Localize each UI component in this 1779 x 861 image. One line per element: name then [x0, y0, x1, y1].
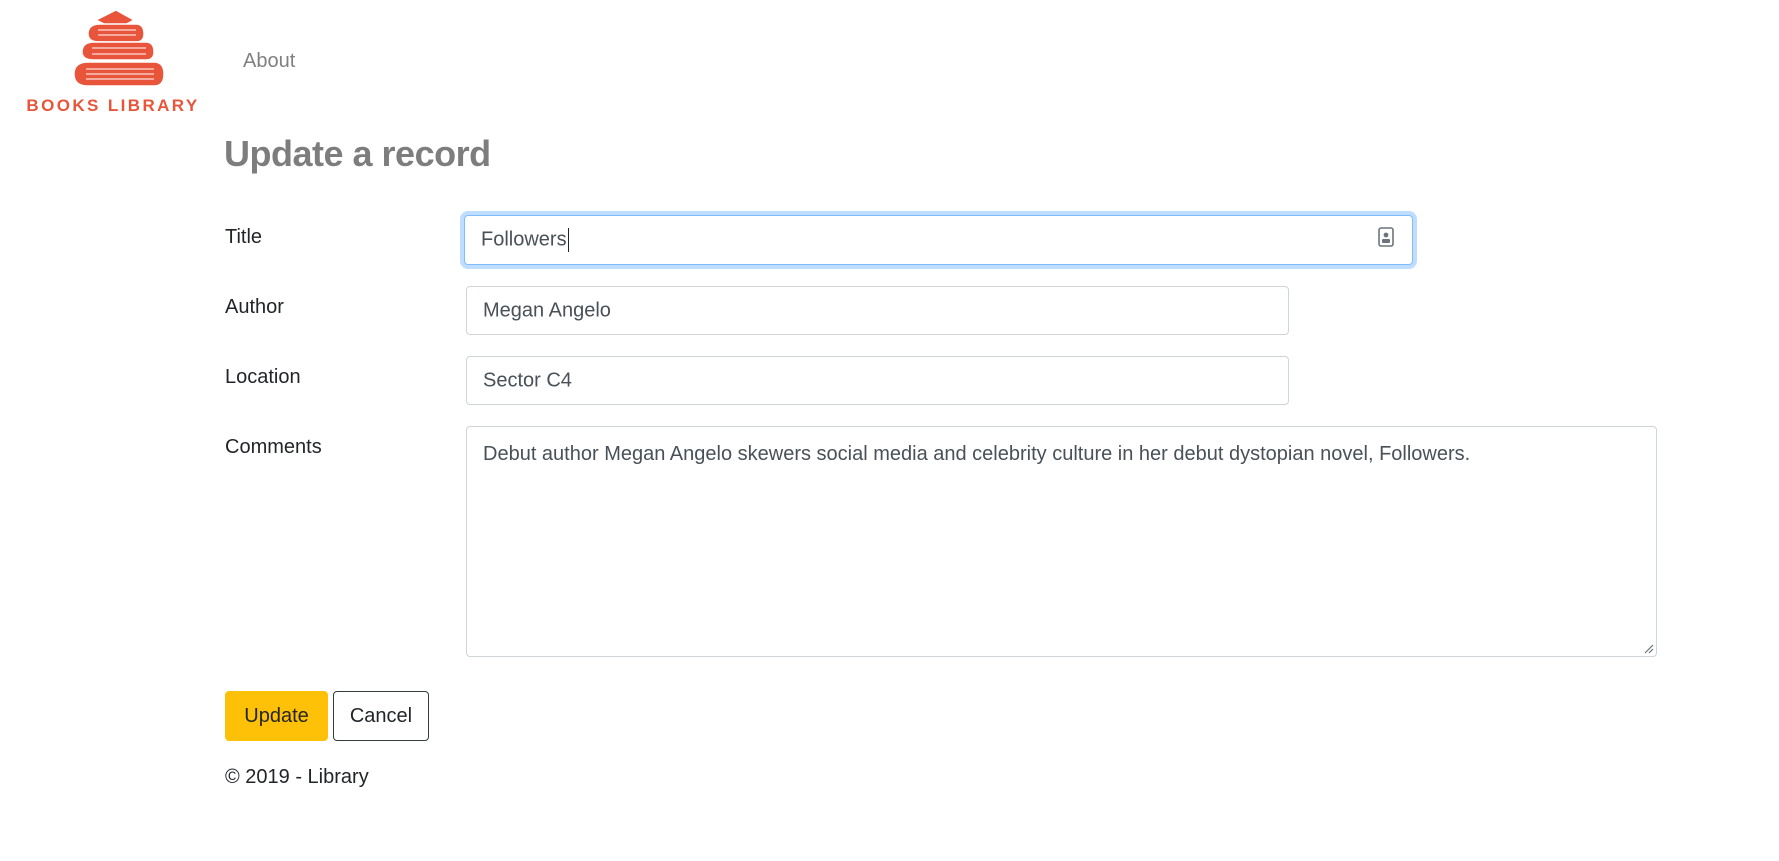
- location-input[interactable]: Sector C4: [466, 356, 1289, 405]
- comments-label: Comments: [225, 436, 322, 458]
- location-label: Location: [225, 366, 301, 388]
- brand-logo[interactable]: BOOKS LIBRARY: [22, 8, 204, 120]
- update-button[interactable]: Update: [225, 691, 328, 741]
- brand-name: BOOKS LIBRARY: [26, 96, 200, 115]
- author-input[interactable]: Megan Angelo: [466, 286, 1289, 335]
- author-value: Megan Angelo: [483, 299, 611, 321]
- comments-textarea[interactable]: Debut author Megan Angelo skewers social…: [466, 426, 1657, 657]
- location-value: Sector C4: [483, 369, 572, 391]
- author-label: Author: [225, 296, 284, 318]
- resize-grip-icon[interactable]: [1642, 642, 1654, 654]
- title-label: Title: [225, 226, 263, 248]
- title-input[interactable]: Followers: [464, 215, 1413, 265]
- contact-card-icon[interactable]: [1378, 227, 1394, 253]
- navbar: BOOKS LIBRARY About: [0, 0, 1779, 120]
- cancel-button[interactable]: Cancel: [333, 691, 429, 741]
- book-stack-logo-icon: [73, 9, 165, 87]
- title-value: Followers: [481, 228, 567, 251]
- text-caret: [567, 228, 569, 252]
- comments-value: Debut author Megan Angelo skewers social…: [483, 443, 1471, 465]
- footer-copyright: © 2019 - Library: [225, 766, 369, 788]
- page-title: Update a record: [224, 133, 491, 174]
- nav-about-link[interactable]: About: [243, 50, 295, 73]
